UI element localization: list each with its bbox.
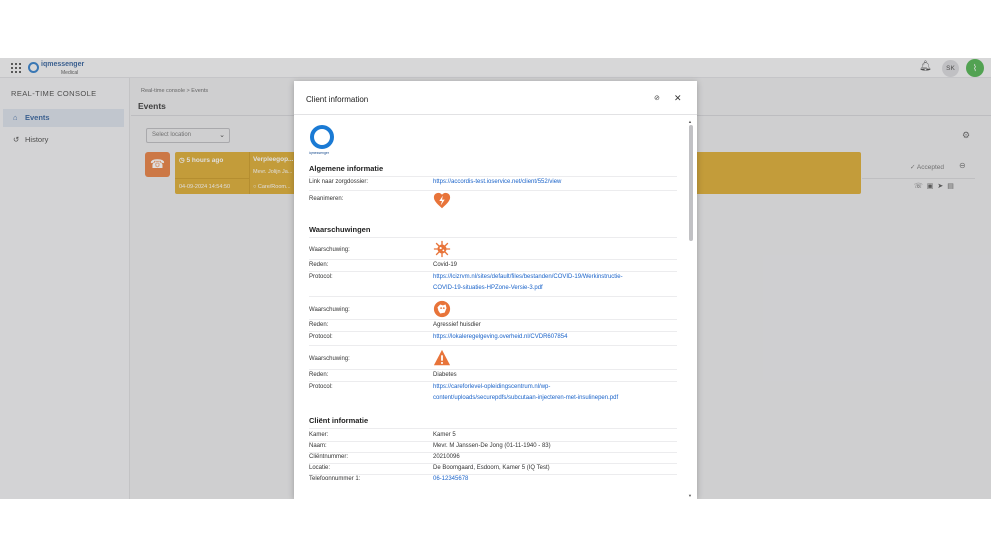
- client-label: Cliëntnummer:: [309, 454, 349, 460]
- reason-value: Diabetes: [433, 372, 457, 378]
- section-title-client: Cliënt informatie: [309, 416, 369, 425]
- protocol-label: Protocol:: [309, 384, 333, 390]
- reason-label: Reden:: [309, 372, 329, 378]
- modal-scrollbar[interactable]: ▲ ▼: [688, 119, 694, 499]
- client-value: Mevr. M Janssen-De Jong (01-11-1940 - 83…: [433, 443, 551, 449]
- section-title-warnings: Waarschuwingen: [309, 225, 371, 234]
- client-logo: iqmessenger: [309, 125, 334, 157]
- logo-ring-icon: [310, 125, 334, 149]
- divider: [309, 296, 677, 297]
- reason-label: Reden:: [309, 262, 329, 268]
- logo-text: iqmessenger: [309, 151, 330, 155]
- warning-triangle-icon: [433, 349, 451, 366]
- divider: [309, 369, 677, 370]
- protocol-label: Protocol:: [309, 334, 333, 340]
- divider: [309, 319, 677, 320]
- scroll-thumb[interactable]: [689, 125, 693, 241]
- modal-title: Client information: [306, 95, 369, 104]
- protocol-link[interactable]: https://careforlevel-opleidingscentrum.n…: [433, 382, 678, 403]
- protocol-link-line: https://lokaleregelgeving.overheid.nl/CV…: [433, 334, 568, 340]
- client-label: Kamer:: [309, 432, 329, 438]
- client-value: 20210096: [433, 454, 460, 460]
- protocol-link-line: COVID-19-situaties-HPZone-Versie-3.pdf: [433, 284, 543, 291]
- reanimate-label: Reanimeren:: [309, 196, 344, 202]
- divider: [309, 428, 677, 429]
- heart-lightning-icon: [433, 192, 451, 209]
- client-value: Kamer 5: [433, 432, 456, 438]
- divider: [309, 190, 677, 191]
- scroll-down-arrow-icon[interactable]: ▼: [688, 493, 692, 498]
- link-label: Link naar zorgdossier:: [309, 179, 369, 185]
- divider: [309, 345, 677, 346]
- protocol-link-line: https://lcizrvm.nl/sites/default/files/b…: [433, 274, 623, 280]
- phone-link[interactable]: 06-12345678: [433, 474, 678, 485]
- modal-header: Client information ⊘ ✕: [294, 81, 697, 115]
- reason-label: Reden:: [309, 322, 329, 328]
- reason-value: Agressief huisdier: [433, 322, 481, 328]
- care-record-link[interactable]: https://accordis-test.ioservice.net/clie…: [433, 177, 678, 188]
- warning-label: Waarschuwing:: [309, 247, 350, 253]
- protocol-label: Protocol:: [309, 274, 333, 280]
- warning-label: Waarschuwing:: [309, 356, 350, 362]
- scroll-up-arrow-icon[interactable]: ▲: [688, 119, 692, 124]
- protocol-link-line: content/uploads/securepdfs/subcutaan-inj…: [433, 394, 619, 401]
- section-title-general: Algemene informatie: [309, 164, 384, 173]
- reason-value: Covid-19: [433, 262, 458, 268]
- close-icon[interactable]: ✕: [674, 93, 682, 104]
- warning-label: Waarschuwing:: [309, 307, 350, 313]
- hide-eye-icon[interactable]: ⊘: [654, 94, 660, 102]
- modal-body: iqmessenger Algemene informatie Link naa…: [294, 116, 687, 499]
- client-label: Telefoonnummer 1:: [309, 476, 361, 482]
- virus-warning-icon: [433, 240, 451, 258]
- client-label: Naam:: [309, 443, 327, 449]
- divider: [309, 259, 677, 260]
- client-information-modal: Client information ⊘ ✕ iqmessenger Algem…: [294, 81, 697, 499]
- divider: [309, 452, 677, 453]
- client-value: De Boomgaard, Esdoorn, Kamer 5 (IQ Test): [433, 465, 550, 471]
- protocol-link[interactable]: https://lcizrvm.nl/sites/default/files/b…: [433, 272, 678, 293]
- protocol-link-line: https://careforlevel-opleidingscentrum.n…: [433, 384, 551, 390]
- divider: [309, 237, 677, 238]
- divider: [309, 441, 677, 442]
- divider: [309, 463, 677, 464]
- client-label: Locatie:: [309, 465, 331, 471]
- aggressive-dog-warning-icon: [433, 300, 451, 318]
- app-window: iqmessenger Medical 🔔︎ SK ⌇ REAL-TIME CO…: [0, 58, 991, 499]
- protocol-link[interactable]: https://lokaleregelgeving.overheid.nl/CV…: [433, 332, 678, 343]
